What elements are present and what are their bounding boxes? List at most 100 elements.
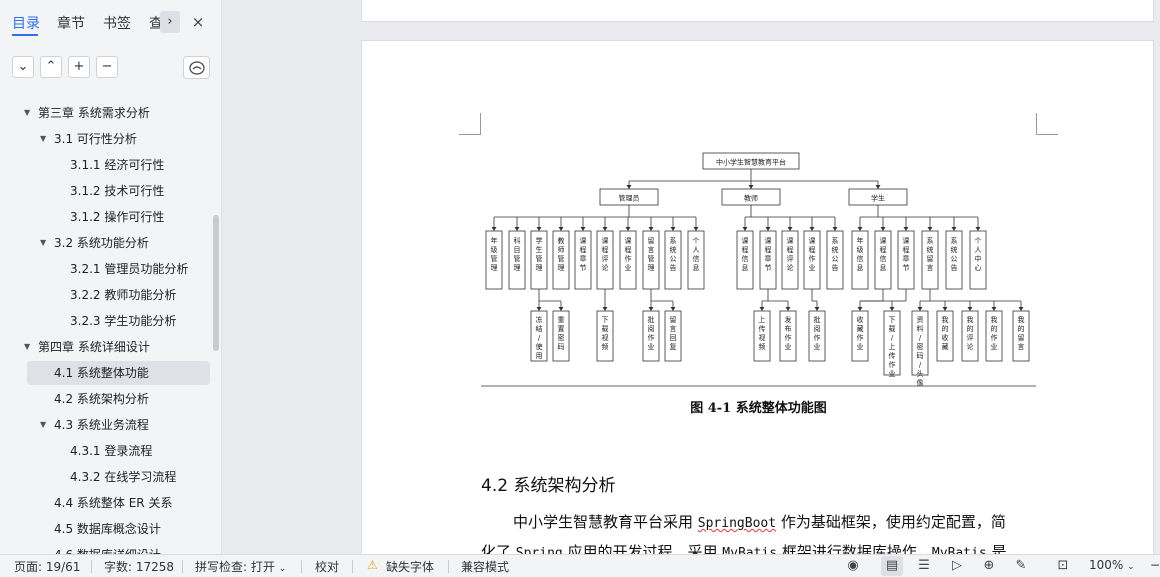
expand-arrow-icon[interactable]: ▼ bbox=[40, 127, 50, 151]
chevron-up-icon[interactable]: ⌃ bbox=[40, 56, 62, 78]
toc-style-icon[interactable] bbox=[183, 56, 210, 79]
function-label: 理 bbox=[491, 264, 498, 272]
chevron-right-icon[interactable]: › bbox=[160, 11, 180, 33]
web-view-icon[interactable]: ⊕ bbox=[978, 556, 1000, 576]
sub-function-label: 传 bbox=[889, 351, 896, 360]
expand-arrow-icon[interactable]: ▼ bbox=[24, 335, 34, 359]
sub-function-label: 冻 bbox=[536, 315, 543, 324]
toc-item[interactable]: 3.2.2 教师功能分析 bbox=[70, 283, 176, 307]
arrow-head bbox=[927, 227, 933, 231]
toc-item[interactable]: 4.2 系统架构分析 bbox=[54, 387, 149, 411]
document-area[interactable]: 中小学生智慧教育平台 管理员 教师 学生年级管理科目管理学生管理教师管理课程章节课程评… bbox=[223, 0, 1160, 554]
sub-function-label: 密 bbox=[558, 333, 565, 342]
function-label: 程 bbox=[809, 245, 816, 254]
arrow-head bbox=[857, 227, 863, 231]
sub-function-label: 传 bbox=[759, 324, 766, 333]
tab-toc[interactable]: 目录 bbox=[12, 13, 40, 33]
document-page[interactable]: 中小学生智慧教育平台 管理员 教师 学生年级管理科目管理学生管理教师管理课程章节课程评… bbox=[361, 40, 1154, 554]
sub-function-label: 作 bbox=[991, 333, 998, 342]
toc-item[interactable]: 4.6 数据库详细设计 bbox=[54, 543, 161, 554]
sub-function-label: 的 bbox=[942, 324, 949, 333]
paragraph-line-1: 中小学生智慧教育平台采用 SpringBoot 作为基础框架，使用约定配置，简 bbox=[513, 511, 1006, 532]
sub-function-label: 作 bbox=[785, 333, 792, 342]
sub-function-label: 批 bbox=[814, 315, 821, 324]
toc-item[interactable]: 4.3.1 登录流程 bbox=[70, 439, 152, 463]
code-term: Spring bbox=[515, 546, 563, 554]
arrow-head bbox=[917, 307, 923, 311]
function-label: 系 bbox=[951, 236, 958, 245]
section-heading: 4.2 系统架构分析 bbox=[481, 476, 616, 496]
proofread-button[interactable]: 校对 bbox=[315, 558, 339, 575]
toc-item[interactable]: ▼ 第三章 系统需求分析 bbox=[24, 101, 150, 125]
missing-font-button[interactable]: 缺失字体 bbox=[386, 558, 434, 575]
toc-item[interactable]: ▼ 第四章 系统详细设计 bbox=[24, 335, 150, 359]
expand-arrow-icon[interactable]: ▼ bbox=[40, 231, 50, 255]
expand-plus-icon[interactable]: + bbox=[68, 56, 90, 78]
toc-item[interactable]: ▼ 3.1 可行性分析 bbox=[40, 127, 137, 151]
function-label: 评 bbox=[602, 255, 609, 263]
function-label: 师 bbox=[558, 245, 565, 254]
toc-item[interactable]: 4.3.2 在线学习流程 bbox=[70, 465, 176, 489]
sub-function-label: 批 bbox=[648, 315, 655, 324]
sub-function-label: 资 bbox=[917, 315, 924, 324]
close-icon[interactable]: × bbox=[188, 11, 208, 33]
sub-function-label: 置 bbox=[558, 325, 565, 333]
toc-item[interactable]: ▼ 3.2 系统功能分析 bbox=[40, 231, 149, 255]
toc-scrollbar[interactable] bbox=[213, 215, 219, 351]
tab-bookmarks[interactable]: 书签 bbox=[103, 13, 131, 33]
play-icon[interactable]: ▷ bbox=[946, 556, 968, 576]
sub-function-label: 阅 bbox=[814, 325, 821, 333]
expand-arrow-icon[interactable]: ▼ bbox=[40, 413, 50, 437]
function-label: 管 bbox=[536, 254, 543, 263]
outline-view-icon[interactable]: ☰ bbox=[913, 556, 935, 576]
function-label: 管 bbox=[648, 254, 655, 263]
zoom-value: 100% bbox=[1089, 558, 1124, 572]
expand-arrow-icon[interactable]: ▼ bbox=[24, 101, 34, 125]
collapse-minus-icon[interactable]: − bbox=[96, 56, 118, 78]
function-label: 年 bbox=[857, 236, 864, 245]
function-label: 信 bbox=[857, 254, 864, 263]
function-label: 章 bbox=[903, 254, 910, 263]
function-label: 业 bbox=[809, 263, 816, 272]
pen-icon[interactable]: ✎ bbox=[1010, 556, 1032, 576]
zoom-out-icon[interactable]: − bbox=[1150, 558, 1160, 572]
function-label: 节 bbox=[903, 264, 910, 272]
toc-item[interactable]: 4.5 数据库概念设计 bbox=[54, 517, 161, 541]
sub-function-label: 业 bbox=[785, 342, 792, 351]
tab-chapters[interactable]: 章节 bbox=[57, 13, 85, 33]
toc-item[interactable]: 3.1.1 经济可行性 bbox=[70, 153, 164, 177]
figure-caption: 图 4-1 系统整体功能图 bbox=[690, 401, 827, 416]
eye-icon[interactable]: ◉ bbox=[842, 556, 864, 576]
text-run: 是 bbox=[986, 543, 1007, 554]
chevron-down-icon[interactable]: ⌄ bbox=[12, 56, 34, 78]
function-label: 言 bbox=[648, 245, 655, 254]
spell-check-toggle[interactable]: 拼写检查: 打开 ⌄ bbox=[195, 558, 286, 575]
toc-item[interactable]: 4.4 系统整体 ER 关系 bbox=[54, 491, 172, 515]
toc-item[interactable]: 3.1.2 操作可行性 bbox=[70, 205, 164, 229]
toc-item[interactable]: 4.1 系统整体功能 bbox=[27, 361, 210, 385]
toc-item-label: 3.2.1 管理员功能分析 bbox=[70, 262, 189, 276]
function-label: 程 bbox=[742, 245, 749, 254]
sub-function-label: 业 bbox=[991, 342, 998, 351]
sub-function-label: 回 bbox=[670, 334, 677, 342]
group-label: 学生 bbox=[871, 194, 885, 203]
toc-item[interactable]: 3.1.2 技术可行性 bbox=[70, 179, 164, 203]
toc-item-label: 3.1 可行性分析 bbox=[54, 132, 137, 146]
sub-function-label: 的 bbox=[1018, 324, 1025, 333]
toc-item[interactable]: ▼ 4.3 系统业务流程 bbox=[40, 413, 149, 437]
sub-function-label: 复 bbox=[670, 342, 677, 351]
arrow-head bbox=[942, 307, 948, 311]
page-view-icon[interactable]: ▤ bbox=[881, 556, 903, 576]
toc-item[interactable]: 3.2.1 管理员功能分析 bbox=[70, 257, 188, 281]
word-count[interactable]: 字数: 17258 bbox=[104, 558, 174, 575]
code-term: SpringBoot bbox=[697, 516, 777, 531]
toc-item-label: 4.5 数据库概念设计 bbox=[54, 522, 161, 536]
function-label: 息 bbox=[693, 263, 700, 272]
page-indicator[interactable]: 页面: 19/61 bbox=[14, 558, 80, 575]
zoom-level[interactable]: 100% ⌄ bbox=[1089, 558, 1135, 572]
sub-function-label: 业 bbox=[889, 369, 896, 378]
compat-mode-label[interactable]: 兼容模式 bbox=[461, 558, 509, 575]
toc-item[interactable]: 3.2.3 学生功能分析 bbox=[70, 309, 176, 333]
function-label: 程 bbox=[787, 245, 794, 254]
fit-page-icon[interactable]: ⊡ bbox=[1052, 556, 1074, 576]
